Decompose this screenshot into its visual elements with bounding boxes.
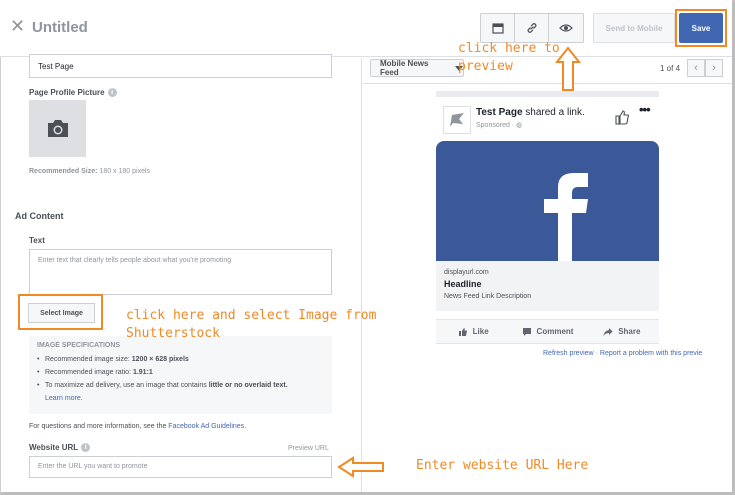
spec-image-size: Recommended image size: 1200 × 628 pixel… [37, 353, 324, 366]
next-preview-button[interactable]: › [705, 59, 723, 77]
ad-editor-form: Test Page Page Profile Picture i Recommen… [0, 54, 362, 492]
prev-preview-button[interactable]: ‹ [687, 59, 705, 77]
info-icon[interactable]: i [81, 443, 91, 453]
save-highlight: Save [675, 9, 727, 47]
preview-pager: 1 of 4 [660, 64, 681, 73]
like-icon [458, 327, 467, 336]
info-icon[interactable]: i [107, 88, 117, 98]
up-arrow-annotation [555, 46, 581, 91]
card-view-button[interactable] [481, 14, 515, 42]
ad-text-input[interactable]: Enter text that clearly tells people abo… [29, 249, 332, 295]
placement-dropdown[interactable]: Mobile News Feed [370, 59, 464, 77]
annotation-select-image: click here and select Image from Shutter… [126, 308, 377, 341]
preview-footer-links: Refresh preview · Report a problem with th… [543, 350, 703, 357]
preview-url-link[interactable]: Preview URL [288, 445, 329, 452]
facebook-logo-icon [544, 173, 588, 261]
page-title: Untitled [32, 19, 88, 36]
post-actions: Like Comment Share [436, 319, 659, 344]
recommended-size-note: Recommended Size: 180 x 180 pixels [29, 168, 151, 175]
page-name-field[interactable]: Test Page [29, 54, 332, 78]
ad-preview-pane: Mobile News Feed 1 of 4 ‹ › Test Page sh… [363, 58, 732, 492]
link-button[interactable] [515, 14, 549, 42]
website-url-input[interactable]: Enter the URL you want to promote [29, 456, 332, 478]
link-preview[interactable]: displayurl.com Headline News Feed Link D… [436, 261, 659, 311]
annotation-preview: click here to preview [458, 41, 560, 74]
guidelines-note: For questions and more information, see … [29, 423, 247, 430]
share-button[interactable]: Share [585, 320, 659, 343]
learn-more-link[interactable]: Learn more. [45, 395, 83, 402]
left-arrow-annotation [337, 456, 384, 478]
camera-icon [47, 120, 68, 137]
save-button[interactable]: Save [679, 13, 723, 43]
news-feed-card: Test Page shared a link. Sponsored · ◍ •… [436, 91, 659, 345]
ad-image-placeholder [436, 141, 659, 261]
comment-button[interactable]: Comment [510, 320, 584, 343]
card-icon [491, 22, 504, 34]
comment-icon [522, 327, 531, 336]
eye-icon [559, 24, 573, 32]
like-button[interactable]: Like [436, 320, 510, 343]
link-icon [527, 23, 536, 33]
page-profile-label: Page Profile Picture i [29, 88, 117, 98]
text-label: Text [29, 236, 45, 245]
sponsored-label: Sponsored · ◍ [476, 122, 523, 129]
refresh-preview-link[interactable]: Refresh preview [543, 350, 594, 357]
thumbs-up-icon[interactable] [614, 109, 630, 130]
post-header: Test Page shared a link. [476, 107, 585, 118]
image-specifications: IMAGE SPECIFICATIONS Recommended image s… [29, 336, 332, 414]
flag-icon [450, 113, 464, 127]
share-icon [603, 327, 613, 336]
website-url-label: Website URL i [29, 443, 91, 453]
spec-overlay-text: To maximize ad delivery, use an image th… [37, 379, 324, 405]
send-to-mobile-button[interactable]: Send to Mobile [593, 13, 675, 43]
annotation-url: Enter website URL Here [416, 458, 589, 473]
preview-toolbar [480, 13, 584, 43]
editor-header: ✕ Untitled Send to Mobile Save [0, 0, 732, 57]
more-options-icon[interactable]: ••• [639, 102, 651, 117]
ad-guidelines-link[interactable]: Facebook Ad Guidelines [168, 423, 244, 430]
close-icon[interactable]: ✕ [10, 16, 25, 36]
avatar [443, 106, 471, 134]
globe-icon: ◍ [516, 122, 523, 129]
report-problem-link[interactable]: Report a problem with this previe [600, 350, 702, 357]
ad-content-title: Ad Content [15, 211, 64, 221]
spec-image-ratio: Recommended image ratio: 1.91:1 [37, 366, 324, 379]
profile-picture-upload[interactable] [29, 100, 86, 157]
select-image-button[interactable]: Select Image [28, 303, 95, 323]
select-image-highlight: Select Image [18, 294, 103, 330]
preview-button[interactable] [549, 14, 583, 42]
divider [363, 83, 732, 84]
